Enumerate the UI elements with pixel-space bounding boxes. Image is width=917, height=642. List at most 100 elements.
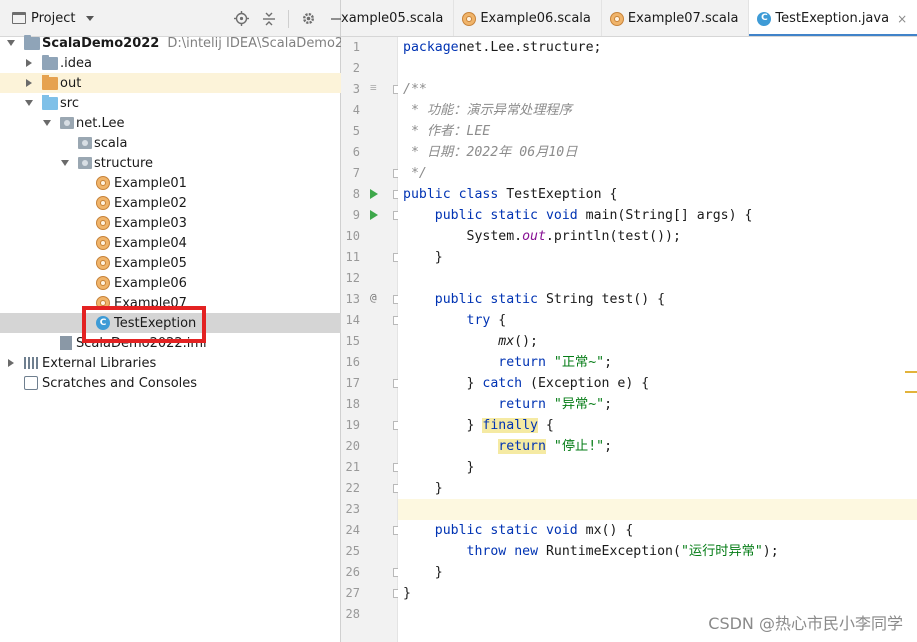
code-line[interactable]: } xyxy=(403,478,443,499)
tree-item[interactable]: Example02 xyxy=(0,193,341,213)
code-line[interactable]: return "正常~"; xyxy=(403,352,612,373)
code-line[interactable]: } xyxy=(403,457,475,478)
line-number: 27 xyxy=(345,586,360,600)
scala-object-icon xyxy=(96,196,110,210)
tree-item[interactable]: Example04 xyxy=(0,233,341,253)
code-line[interactable]: public static void main(String[] args) { xyxy=(403,205,753,226)
tree-item-label: src xyxy=(60,95,79,111)
locate-file-icon[interactable] xyxy=(232,10,250,28)
tree-item-label: ScalaDemo2022 xyxy=(42,35,160,51)
tab-label: Example07.scala xyxy=(627,11,739,26)
code-token: { xyxy=(537,418,554,433)
tree-item[interactable]: Example03 xyxy=(0,213,341,233)
code-line[interactable]: * 功能：演示异常处理程序 xyxy=(403,100,572,121)
code-line[interactable]: * 作者：LEE xyxy=(403,121,490,142)
tree-item[interactable]: ScalaDemo2022 D:\intelij IDEA\ScalaDemo20… xyxy=(0,33,368,53)
line-number: 12 xyxy=(345,271,360,285)
code-token: main(String[] args) { xyxy=(577,208,753,223)
code-line[interactable]: * 日期：2022年 06月10日 xyxy=(403,142,577,163)
code-token: throw xyxy=(466,544,507,559)
code-line[interactable]: } xyxy=(403,562,443,583)
scrollbar-marker[interactable] xyxy=(905,391,917,393)
tree-item[interactable]: Example01 xyxy=(0,173,341,193)
folder-icon xyxy=(42,54,58,70)
run-icon[interactable] xyxy=(370,210,378,220)
related-symbol-icon[interactable]: @ xyxy=(370,291,377,304)
code-line[interactable]: } finally { xyxy=(403,415,554,436)
tree-item[interactable]: Scratches and Consoles xyxy=(0,373,341,393)
line-number: 4 xyxy=(352,103,360,117)
code-line[interactable]: public class TestExeption { xyxy=(403,184,617,205)
code-token: } xyxy=(403,565,443,580)
scrollbar-marker[interactable] xyxy=(905,371,917,373)
code-line[interactable]: try { xyxy=(403,310,507,331)
collapse-arrow-icon[interactable] xyxy=(6,358,16,368)
editor-tab[interactable]: Example06.scala xyxy=(454,0,602,36)
code-token: "停止!" xyxy=(553,439,605,454)
run-icon[interactable] xyxy=(370,189,378,199)
code-line[interactable]: } xyxy=(403,583,411,604)
scala-object-icon xyxy=(96,236,110,250)
scratches-icon xyxy=(24,376,38,390)
code-token: (Exception e) { xyxy=(522,376,650,391)
gear-icon[interactable] xyxy=(299,10,317,28)
code-line[interactable]: /** xyxy=(403,79,427,100)
tree-item-label: Scratches and Consoles xyxy=(42,375,198,391)
tree-item[interactable]: net.Lee xyxy=(0,113,341,133)
tree-item[interactable]: Example05 xyxy=(0,253,341,273)
tree-item[interactable]: .idea xyxy=(0,53,341,73)
editor-tab[interactable]: Example07.scala xyxy=(602,0,750,36)
expand-arrow-icon[interactable] xyxy=(42,118,52,128)
watermark: CSDN @热心市民小李同学 xyxy=(708,614,903,633)
code-line[interactable]: */ xyxy=(403,163,427,184)
line-number: 14 xyxy=(345,313,360,327)
tree-item[interactable]: scala xyxy=(0,133,341,153)
code-line[interactable]: public static String test() { xyxy=(403,289,665,310)
iml-file-icon xyxy=(60,336,72,350)
tree-item[interactable]: structure xyxy=(0,153,341,173)
tab-label: TestExeption.java xyxy=(775,11,890,26)
code-line[interactable]: public static void mx() { xyxy=(403,520,634,541)
scala-object-icon xyxy=(96,256,110,270)
code-line[interactable]: return "停止!"; xyxy=(403,436,612,457)
package-icon xyxy=(78,137,92,149)
expand-arrow-icon[interactable] xyxy=(60,158,70,168)
code-text-area[interactable]: packagenet.Lee.structure; /** * 功能：演示异常处理… xyxy=(398,37,917,642)
doc-render-icon[interactable]: ≡ xyxy=(370,81,377,94)
project-view-selector[interactable]: Project xyxy=(12,11,95,26)
code-line[interactable]: } xyxy=(403,247,443,268)
collapse-arrow-icon[interactable] xyxy=(24,58,34,68)
code-token: System. xyxy=(403,229,523,244)
editor-tab[interactable]: xample05.scala xyxy=(341,0,455,36)
scala-object-icon xyxy=(96,276,110,290)
code-line[interactable]: mx(); xyxy=(403,331,538,352)
collapse-arrow-icon[interactable] xyxy=(24,78,34,88)
collapse-all-icon[interactable] xyxy=(260,10,278,28)
editor-tab[interactable]: C TestExeption.java × xyxy=(749,0,917,36)
tree-item[interactable]: out xyxy=(0,73,341,93)
expand-arrow-icon[interactable] xyxy=(24,98,34,108)
close-icon[interactable]: × xyxy=(897,12,907,26)
code-line[interactable]: return "异常~"; xyxy=(403,394,612,415)
line-number: 28 xyxy=(345,607,360,621)
code-line[interactable]: } catch (Exception e) { xyxy=(403,373,650,394)
code-token: void xyxy=(545,208,578,223)
tree-item[interactable]: src xyxy=(0,93,341,113)
tree-item-label: scala xyxy=(94,135,128,151)
code-line[interactable]: throw new RuntimeException("运行时异常"); xyxy=(403,541,779,562)
editor-tab-bar: xample05.scala Example06.scala Example07.s… xyxy=(341,0,917,37)
code-token: * 功能：演示异常处理程序 xyxy=(403,103,572,118)
tree-item[interactable]: External Libraries xyxy=(0,353,341,373)
line-number: 18 xyxy=(345,397,360,411)
tree-item[interactable]: Example06 xyxy=(0,273,341,293)
code-line[interactable]: packagenet.Lee.structure; xyxy=(403,37,602,58)
expand-arrow-icon[interactable] xyxy=(6,38,16,48)
code-line[interactable]: System.out.println(test()); xyxy=(403,226,681,247)
code-token: mx() { xyxy=(577,523,634,538)
